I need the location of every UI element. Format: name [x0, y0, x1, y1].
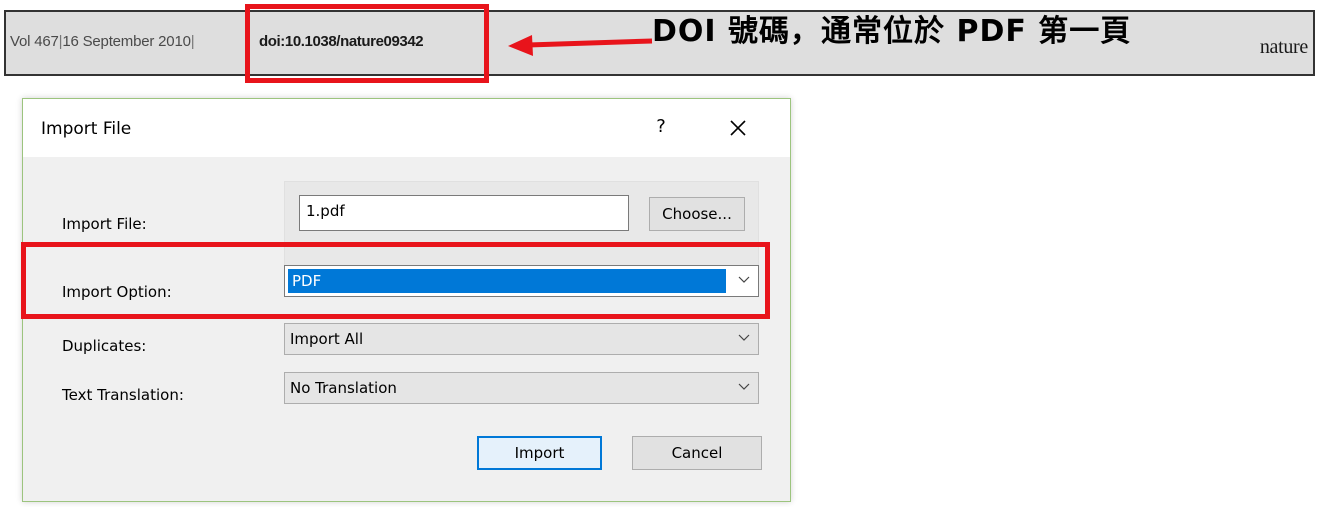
choose-button[interactable]: Choose...: [649, 197, 745, 231]
import-option-highlight-box: [21, 242, 770, 319]
close-icon[interactable]: [723, 113, 753, 143]
callout-text: DOI 號碼，通常位於 PDF 第一頁: [652, 14, 1132, 49]
dialog-titlebar: Import File ?: [23, 99, 790, 157]
text-translation-value: No Translation: [290, 379, 397, 397]
duplicates-label: Duplicates:: [62, 337, 147, 355]
text-translation-label: Text Translation:: [62, 386, 184, 404]
duplicates-value: Import All: [290, 330, 364, 348]
text-translation-select[interactable]: No Translation: [284, 372, 759, 404]
chevron-down-icon: [738, 334, 750, 341]
import-file-label: Import File:: [62, 215, 147, 233]
chevron-down-icon: [738, 383, 750, 390]
cancel-button[interactable]: Cancel: [632, 436, 762, 470]
help-button[interactable]: ?: [649, 116, 673, 140]
import-button[interactable]: Import: [477, 436, 602, 470]
dialog-title: Import File: [41, 119, 132, 139]
import-file-input[interactable]: 1.pdf: [299, 195, 629, 231]
duplicates-select[interactable]: Import All: [284, 323, 759, 355]
